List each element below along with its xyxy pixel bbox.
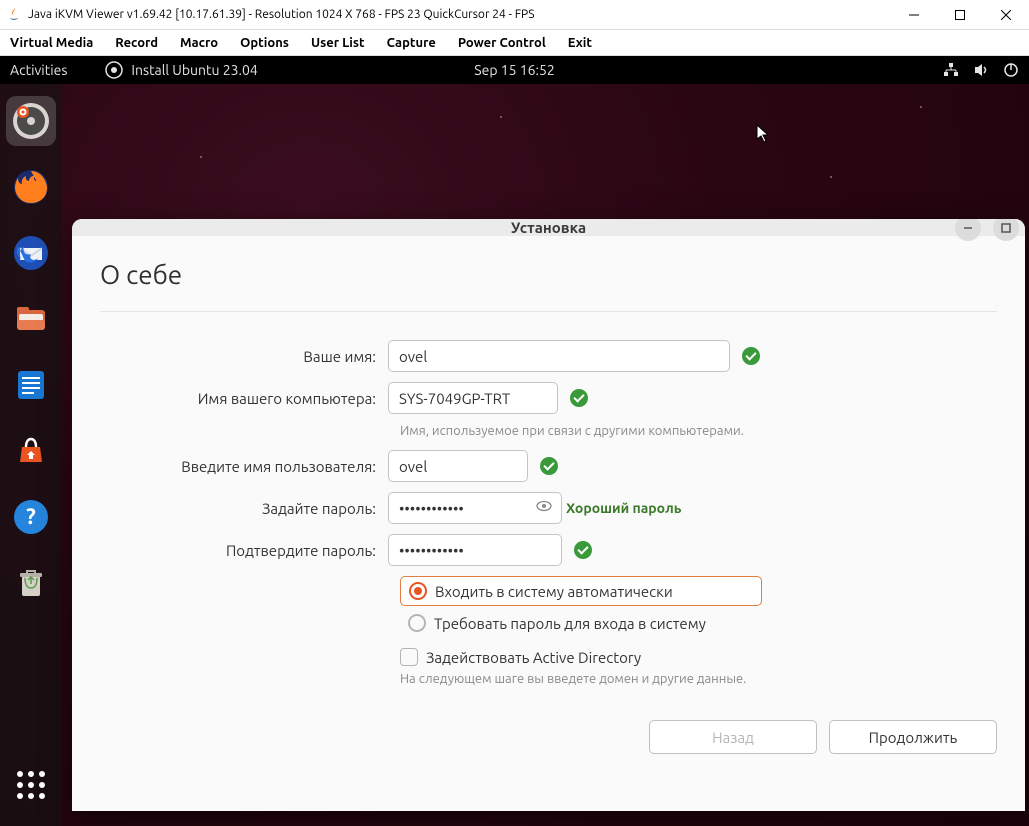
radio-icon [408, 614, 426, 632]
installer-maximize[interactable] [993, 219, 1019, 241]
dock-thunderbird[interactable] [6, 228, 56, 278]
label-hostname: Имя вашего компьютера: [100, 390, 388, 407]
menu-virtual-media[interactable]: Virtual Media [10, 36, 93, 50]
maximize-button[interactable] [937, 0, 983, 30]
label-name: Ваше имя: [100, 348, 388, 365]
menu-user-list[interactable]: User List [311, 36, 365, 50]
network-icon [943, 62, 959, 78]
installer-titlebar[interactable]: Установка [72, 219, 1025, 236]
ubuntu-dock: ? [0, 84, 62, 826]
radio-auto-login[interactable]: Входить в систему автоматически [400, 576, 762, 606]
activities-button[interactable]: Activities [10, 62, 67, 78]
divider [100, 311, 997, 312]
input-hostname[interactable] [388, 382, 558, 414]
dock-trash[interactable] [6, 558, 56, 608]
continue-button[interactable]: Продолжить [829, 720, 997, 754]
ad-label: Задействовать Active Directory [426, 649, 641, 666]
volume-icon [973, 62, 989, 78]
hostname-hint: Имя, используемое при связи с другими ко… [400, 424, 997, 438]
ad-hint: На следующем шаге вы введете домен и дру… [400, 672, 997, 686]
check-icon [570, 389, 588, 407]
dock-files[interactable] [6, 294, 56, 344]
windows-titlebar: Java iKVM Viewer v1.69.42 [10.17.61.39] … [0, 0, 1029, 30]
dock-show-apps[interactable] [6, 760, 56, 810]
radio-auto-label: Входить в систему автоматически [435, 583, 673, 600]
radio-require-label: Требовать пароль для входа в систему [434, 615, 706, 632]
page-heading: О себе [100, 260, 997, 289]
dock-installer[interactable] [6, 96, 56, 146]
back-button[interactable]: Назад [649, 720, 817, 754]
java-menubar: Virtual Media Record Macro Options User … [0, 30, 1029, 56]
installer-window: Установка О себе Ваше имя: Имя вашего ко… [72, 219, 1025, 811]
cursor-icon [756, 124, 772, 144]
minimize-button[interactable] [891, 0, 937, 30]
gnome-topbar: Activities Install Ubuntu 23.04 Sep 15 1… [0, 56, 1029, 84]
power-icon [1003, 62, 1019, 78]
window-title: Java iKVM Viewer v1.69.42 [10.17.61.39] … [28, 8, 891, 21]
checkbox-active-directory[interactable]: Задействовать Active Directory [400, 648, 997, 666]
label-password: Задайте пароль: [100, 500, 388, 517]
menu-capture[interactable]: Capture [387, 36, 436, 50]
dock-help[interactable]: ? [6, 492, 56, 542]
password-strength: Хороший пароль [566, 500, 682, 516]
radio-icon [409, 582, 427, 600]
dock-writer[interactable] [6, 360, 56, 410]
check-icon [742, 347, 760, 365]
check-icon [540, 457, 558, 475]
menu-exit[interactable]: Exit [568, 36, 592, 50]
menu-record[interactable]: Record [115, 36, 158, 50]
installer-title: Установка [511, 219, 586, 236]
checkbox-icon [400, 648, 418, 666]
clock[interactable]: Sep 15 16:52 [474, 62, 555, 78]
dock-software[interactable] [6, 426, 56, 476]
label-confirm: Подтвердите пароль: [100, 542, 388, 559]
installer-minimize[interactable] [955, 219, 981, 241]
remote-screen: Activities Install Ubuntu 23.04 Sep 15 1… [0, 56, 1029, 826]
svg-text:?: ? [26, 504, 36, 529]
java-icon [6, 7, 22, 23]
close-button[interactable] [983, 0, 1029, 30]
input-confirm-password[interactable] [388, 534, 562, 566]
app-name: Install Ubuntu 23.04 [131, 62, 257, 78]
eye-icon[interactable] [536, 498, 554, 518]
check-icon [574, 541, 592, 559]
input-name[interactable] [388, 340, 730, 372]
menu-options[interactable]: Options [240, 36, 289, 50]
dock-firefox[interactable] [6, 162, 56, 212]
label-username: Введите имя пользователя: [100, 458, 388, 475]
app-indicator[interactable]: Install Ubuntu 23.04 [105, 61, 257, 79]
menu-macro[interactable]: Macro [180, 36, 218, 50]
system-tray[interactable] [943, 62, 1019, 78]
menu-power-control[interactable]: Power Control [458, 36, 546, 50]
input-username[interactable] [388, 450, 528, 482]
radio-require-password[interactable]: Требовать пароль для входа в систему [400, 608, 997, 638]
